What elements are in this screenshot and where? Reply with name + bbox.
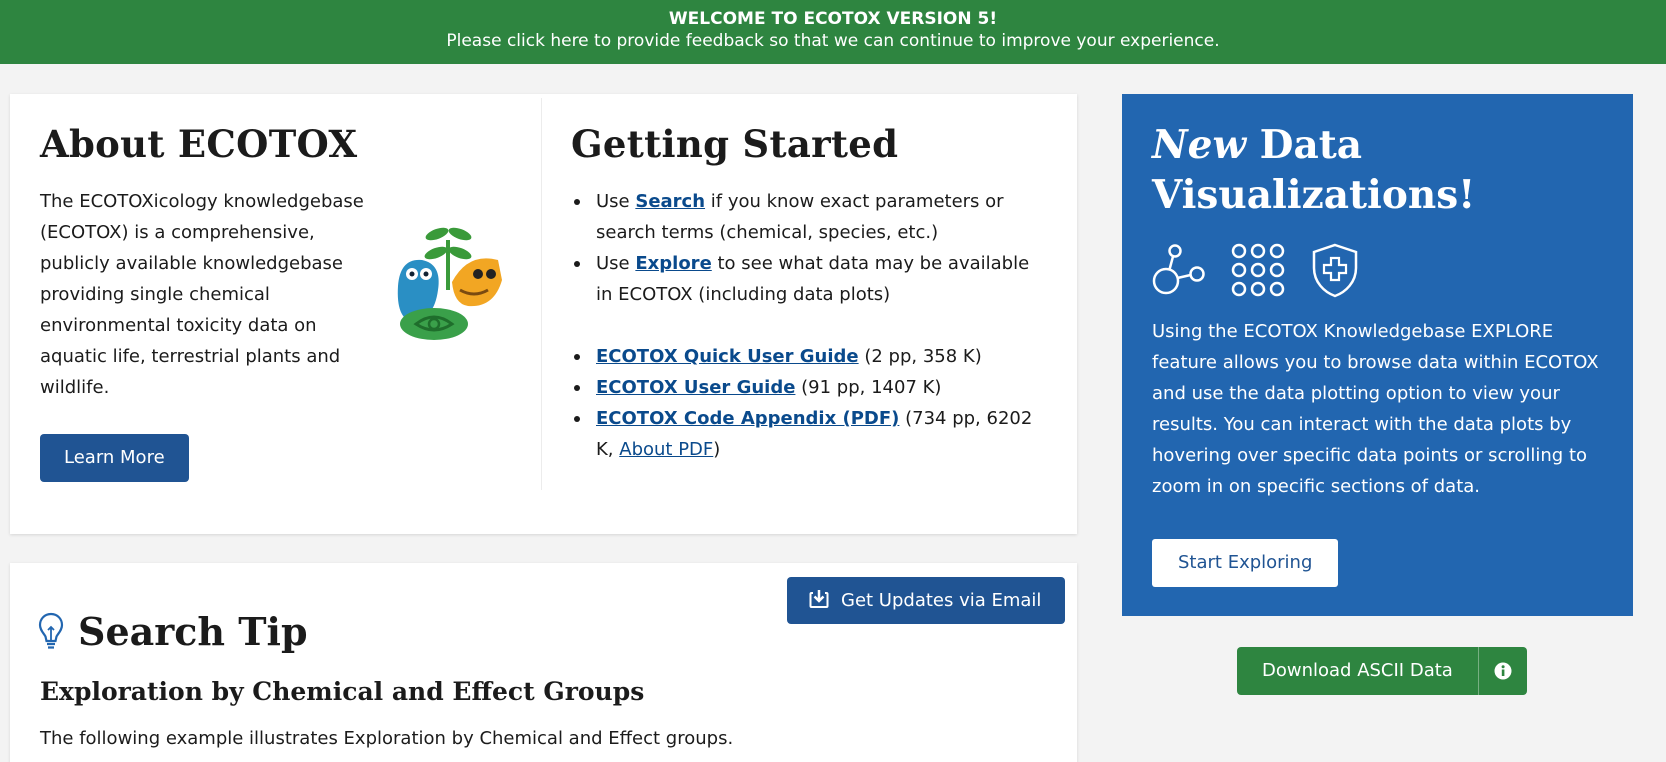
viz-title-new: New [1152, 122, 1247, 168]
list-item: Use Search if you know exact parameters … [571, 186, 1051, 248]
about-description: The ECOTOXicology knowledgebase (ECOTOX)… [40, 191, 364, 398]
about-pdf-link[interactable]: About PDF [619, 439, 713, 460]
lightbulb-icon [38, 612, 64, 649]
start-exploring-button[interactable]: Start Exploring [1152, 539, 1339, 587]
explore-link[interactable]: Explore [635, 253, 711, 274]
list-item: Use Explore to see what data may be avai… [571, 248, 1051, 310]
item-prefix: Use [596, 191, 636, 212]
guides-list: ECOTOX Quick User Guide (2 pp, 358 K) EC… [571, 341, 1051, 465]
list-item: ECOTOX User Guide (91 pp, 1407 K) [571, 372, 1051, 403]
download-box-icon [809, 590, 829, 608]
viz-title-rest: Data [1246, 122, 1362, 168]
quick-user-guide-link[interactable]: ECOTOX Quick User Guide [596, 346, 859, 367]
shield-plus-icon [1312, 243, 1358, 298]
download-ascii-group: Download ASCII Data [1237, 647, 1527, 695]
user-guide-link[interactable]: ECOTOX User Guide [596, 377, 795, 398]
search-tip-header: Search Tip [38, 607, 308, 657]
guide-detail-close: ) [713, 439, 721, 460]
download-info-button[interactable] [1479, 647, 1527, 695]
search-tip-card: Get Updates via Email Search Tip Explora… [10, 563, 1077, 762]
visualizations-card: New Data Visualizations! Using the ECOTO… [1122, 94, 1633, 616]
item-prefix: Use [596, 253, 636, 274]
info-icon [1494, 662, 1512, 680]
guide-detail: (91 pp, 1407 K) [795, 377, 942, 398]
viz-icons [1152, 242, 1360, 298]
list-item: ECOTOX Quick User Guide (2 pp, 358 K) [571, 341, 1051, 372]
search-link[interactable]: Search [635, 191, 705, 212]
banner-feedback-link[interactable]: Please click here to provide feedback so… [0, 30, 1666, 52]
search-tip-subtitle: Exploration by Chemical and Effect Group… [40, 677, 645, 706]
getting-started-title: Getting Started [571, 122, 899, 166]
get-updates-button[interactable]: Get Updates via Email [787, 577, 1066, 624]
ecotox-logo-icon [397, 227, 502, 340]
column-divider [541, 98, 542, 490]
get-updates-label: Get Updates via Email [841, 590, 1042, 611]
viz-description: Using the ECOTOX Knowledgebase EXPLORE f… [1152, 321, 1599, 497]
dot-grid-icon [1231, 243, 1285, 297]
getting-started-section: Getting Started Use Search if you know e… [571, 120, 1051, 465]
learn-more-button[interactable]: Learn More [40, 434, 189, 482]
about-card: About ECOTOX The ECOTOXicology knowledge… [10, 94, 1077, 534]
search-tip-text: The following example illustrates Explor… [40, 728, 734, 749]
list-item: ECOTOX Code Appendix (PDF) (734 pp, 6202… [571, 403, 1051, 465]
guide-detail: (2 pp, 358 K) [858, 346, 982, 367]
download-ascii-button[interactable]: Download ASCII Data [1237, 647, 1478, 695]
network-graph-icon [1152, 244, 1205, 295]
feedback-banner[interactable]: WELCOME TO ECOTOX VERSION 5! Please clic… [0, 0, 1666, 64]
viz-title: New Data Visualizations! [1152, 120, 1475, 220]
banner-title: WELCOME TO ECOTOX VERSION 5! [668, 9, 998, 29]
about-title: About ECOTOX [40, 122, 358, 166]
about-section: About ECOTOX The ECOTOXicology knowledge… [40, 120, 510, 482]
search-tip-title: Search Tip [78, 609, 308, 654]
viz-title-line2: Visualizations! [1152, 172, 1476, 218]
code-appendix-link[interactable]: ECOTOX Code Appendix (PDF) [596, 408, 899, 429]
usage-list: Use Search if you know exact parameters … [571, 186, 1051, 310]
